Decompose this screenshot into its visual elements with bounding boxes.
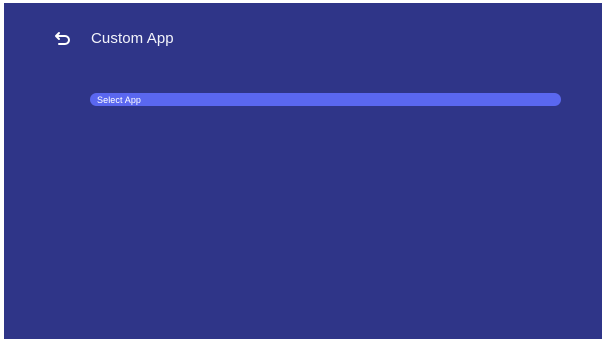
- select-app-label: Select App: [97, 94, 142, 105]
- back-button[interactable]: [52, 27, 74, 49]
- select-app-item[interactable]: Select App: [90, 93, 561, 106]
- back-arrow-icon: [55, 32, 70, 45]
- app-screen: Custom App Select App: [4, 3, 602, 339]
- page-title: Custom App: [91, 29, 174, 47]
- header: Custom App: [52, 26, 174, 50]
